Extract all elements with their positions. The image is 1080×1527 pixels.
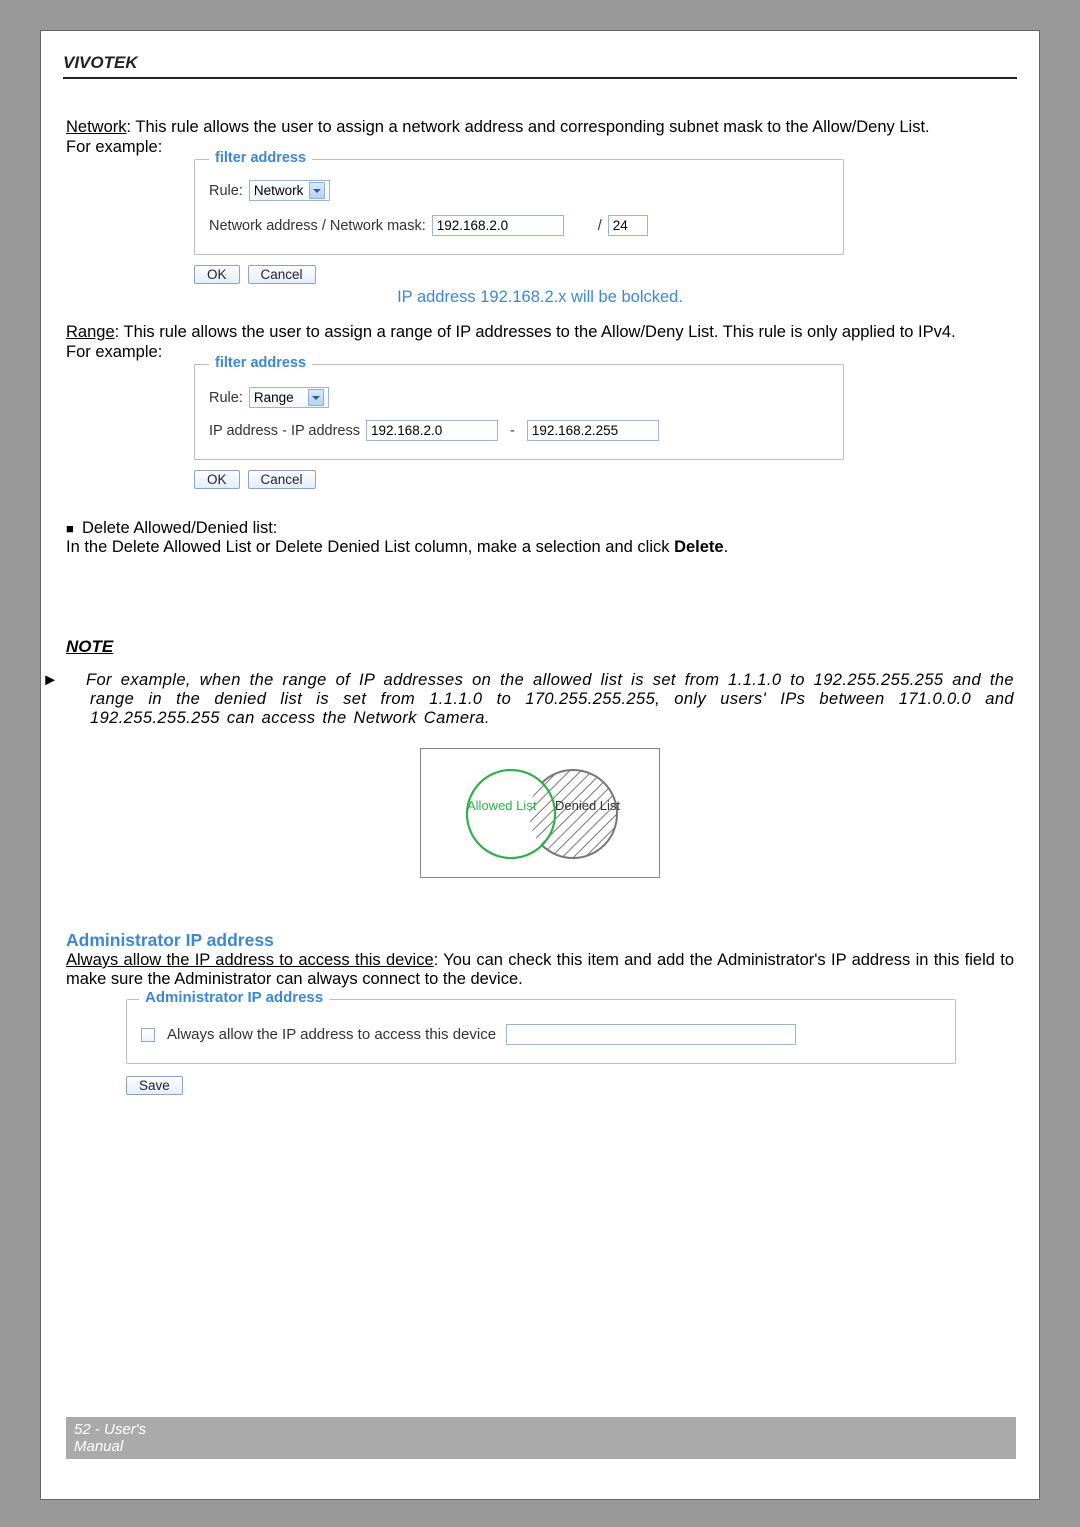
- filter-network-legend: filter address: [209, 150, 312, 166]
- admin-legend: Administrator IP address: [139, 989, 329, 1006]
- delete-list-body-b: .: [724, 538, 729, 556]
- range-addr2-input[interactable]: 192.168.2.255: [527, 420, 659, 441]
- range-addr1-input[interactable]: 192.168.2.0: [366, 420, 498, 441]
- page-footer: 52 - User's Manual: [66, 1417, 1016, 1459]
- rule-select-value: Network: [254, 183, 304, 198]
- network-buttons: OK Cancel: [194, 265, 1014, 284]
- note-text: For example, when the range of IP addres…: [86, 671, 1014, 727]
- cancel-button[interactable]: Cancel: [248, 265, 316, 284]
- delete-list-bold: Delete: [674, 538, 724, 556]
- network-mask-input[interactable]: 24: [608, 215, 648, 236]
- admin-para-u: Always allow the IP address to access th…: [66, 951, 434, 969]
- denied-list-label: Denied List: [555, 799, 620, 813]
- range-heading-word: Range: [66, 323, 115, 341]
- rule-select-network[interactable]: Network: [249, 180, 331, 201]
- header: VIVOTEK: [41, 31, 1039, 83]
- rule-select-range[interactable]: Range: [249, 387, 329, 408]
- range-field-label: IP address - IP address: [209, 423, 360, 439]
- range-buttons: OK Cancel: [194, 470, 1014, 489]
- rule-label: Rule:: [209, 183, 243, 199]
- ok-button[interactable]: OK: [194, 265, 240, 284]
- network-address-input[interactable]: 192.168.2.0: [432, 215, 564, 236]
- range-sep-label: -: [510, 423, 515, 439]
- allowed-list-label: Allowed List: [467, 799, 536, 813]
- rule-select-value: Range: [254, 390, 302, 405]
- chevron-down-icon[interactable]: [309, 182, 325, 199]
- delete-list-block: ■Delete Allowed/Denied list:: [66, 519, 1014, 538]
- admin-paragraph: Always allow the IP address to access th…: [66, 951, 1014, 989]
- save-button[interactable]: Save: [126, 1076, 183, 1095]
- venn-diagram: Allowed List Denied List: [420, 748, 660, 878]
- network-heading-rest: : This rule allows the user to assign a …: [127, 118, 930, 136]
- always-allow-checkbox[interactable]: [141, 1028, 155, 1042]
- cancel-button[interactable]: Cancel: [248, 470, 316, 489]
- rule-label: Rule:: [209, 390, 243, 406]
- filter-range-legend: filter address: [209, 355, 312, 371]
- network-heading-word: Network: [66, 118, 127, 136]
- admin-fieldset: Administrator IP address Always allow th…: [126, 999, 956, 1064]
- filter-range-fieldset: filter address Rule: Range IP address - …: [194, 364, 844, 460]
- network-paragraph: Network: This rule allows the user to as…: [66, 118, 1014, 137]
- range-paragraph: Range: This rule allows the user to assi…: [66, 323, 1014, 342]
- save-row: Save: [126, 1076, 1014, 1095]
- note-body: ►For example, when the range of IP addre…: [66, 671, 1014, 728]
- page-content: Network: This rule allows the user to as…: [41, 83, 1039, 1095]
- header-rule: [63, 77, 1017, 79]
- triangle-right-icon: ►: [66, 671, 86, 690]
- admin-fieldset-wrap: Administrator IP address Always allow th…: [126, 999, 956, 1064]
- slash-label: /: [598, 218, 602, 234]
- filter-network-wrap: filter address Rule: Network Network add…: [194, 159, 844, 255]
- admin-ip-input[interactable]: [506, 1024, 796, 1045]
- delete-list-body: In the Delete Allowed List or Delete Den…: [66, 538, 1014, 557]
- network-field-label: Network address / Network mask:: [209, 218, 426, 234]
- page: VIVOTEK Network: This rule allows the us…: [40, 30, 1040, 1500]
- chevron-down-icon[interactable]: [308, 389, 324, 406]
- range-heading-rest: : This rule allows the user to assign a …: [115, 323, 956, 341]
- always-allow-label: Always allow the IP address to access th…: [167, 1026, 496, 1043]
- filter-network-fieldset: filter address Rule: Network Network add…: [194, 159, 844, 255]
- note-heading: NOTE: [66, 637, 1014, 657]
- delete-list-body-a: In the Delete Allowed List or Delete Den…: [66, 538, 674, 556]
- brand-name: VIVOTEK: [63, 53, 1017, 73]
- filter-range-wrap: filter address Rule: Range IP address - …: [194, 364, 844, 460]
- network-caption: IP address 192.168.2.x will be bolcked.: [66, 288, 1014, 307]
- venn-wrap: Allowed List Denied List: [66, 748, 1014, 884]
- bullet-square-icon: ■: [66, 521, 82, 536]
- ok-button[interactable]: OK: [194, 470, 240, 489]
- admin-section-title: Administrator IP address: [66, 930, 1014, 951]
- delete-list-title: Delete Allowed/Denied list:: [82, 519, 277, 537]
